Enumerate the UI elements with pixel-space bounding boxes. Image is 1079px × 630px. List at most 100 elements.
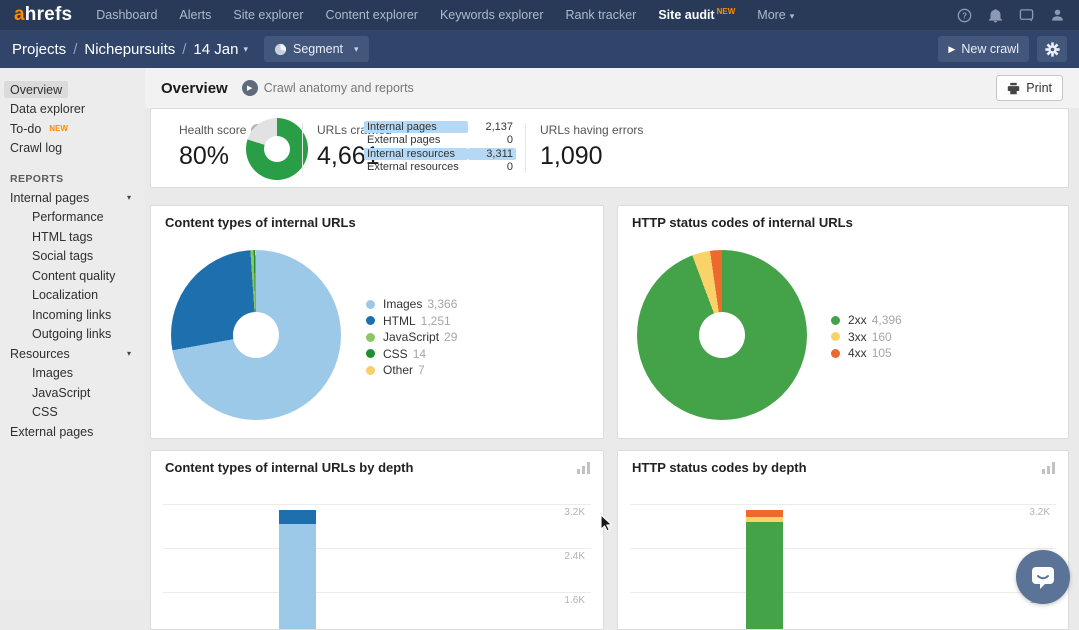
- sidebar-item-to-do[interactable]: To-doNEW: [0, 119, 145, 139]
- urls-errors-label: URLs having errors: [540, 123, 643, 137]
- breakdown-label: Internal pages: [364, 121, 468, 133]
- stacked-bar-depth-1[interactable]: [279, 510, 316, 629]
- chevron-down-icon[interactable]: ▾: [127, 193, 131, 202]
- sidebar-item-performance[interactable]: Performance: [0, 208, 145, 228]
- breakdown-row[interactable]: External pages0: [364, 134, 516, 148]
- legend-value: 14: [413, 347, 426, 361]
- nav-item-label: Dashboard: [96, 8, 157, 22]
- sidebar-item-label: Localization: [26, 287, 104, 304]
- main-nav: Dashboard Alerts Site explorer Content expl…: [96, 7, 956, 22]
- donut-hole: [233, 312, 279, 358]
- nav-item-dashboard[interactable]: Dashboard: [96, 8, 157, 22]
- new-badge: NEW: [717, 7, 736, 16]
- nav-item-more[interactable]: More ▾: [757, 8, 794, 22]
- breadcrumb-item-14-jan[interactable]: 14 Jan: [193, 41, 238, 58]
- legend-dot: [831, 316, 840, 325]
- printer-icon: [1007, 82, 1020, 95]
- legend-item-4xx[interactable]: 4xx105: [831, 345, 902, 362]
- sidebar-item-overview[interactable]: Overview: [0, 80, 145, 100]
- status-codes-by-depth-card: HTTP status codes by depth 3.2K2.4K1.6K: [617, 450, 1069, 630]
- chevron-down-icon: ▾: [790, 11, 795, 21]
- card-title: HTTP status codes by depth: [632, 460, 807, 475]
- legend-item-html[interactable]: HTML1,251: [366, 313, 457, 330]
- sidebar-item-css[interactable]: CSS: [0, 403, 145, 423]
- legend-item-images[interactable]: Images3,366: [366, 296, 457, 313]
- messages-icon[interactable]: [1018, 7, 1034, 23]
- sidebar-item-label: To-do: [4, 120, 47, 137]
- sidebar-item-crawl-log[interactable]: Crawl log: [0, 139, 145, 159]
- sidebar-item-label: Overview: [4, 81, 68, 98]
- new-crawl-label: New crawl: [961, 42, 1019, 56]
- sidebar-item-images[interactable]: Images: [0, 364, 145, 384]
- top-navbar: ahrefs Dashboard Alerts Site explorer Conte…: [0, 0, 1079, 30]
- legend-item-3xx[interactable]: 3xx160: [831, 329, 902, 346]
- segment-label: Segment: [293, 42, 343, 56]
- legend-item-other[interactable]: Other7: [366, 362, 457, 379]
- breakdown-row[interactable]: Internal pages2,137: [364, 120, 516, 134]
- sidebar-item-label: Outgoing links: [26, 326, 117, 343]
- y-axis-label: 2.4K: [564, 551, 585, 562]
- card-title: HTTP status codes of internal URLs: [632, 215, 853, 230]
- legend-item-javascript[interactable]: JavaScript29: [366, 329, 457, 346]
- nav-item-site-explorer[interactable]: Site explorer: [233, 8, 303, 22]
- legend-item-2xx[interactable]: 2xx4,396: [831, 312, 902, 329]
- sidebar-item-data-explorer[interactable]: Data explorer: [0, 100, 145, 120]
- divider: [302, 123, 303, 173]
- legend-value: 1,251: [421, 314, 451, 328]
- chevron-down-icon[interactable]: ▾: [243, 44, 248, 55]
- breakdown-row[interactable]: External resources0: [364, 161, 516, 175]
- segment-button[interactable]: Segment ▾: [264, 36, 369, 62]
- sidebar-item-label: Resources: [4, 345, 76, 362]
- health-donut-hole: [264, 136, 290, 162]
- new-crawl-button[interactable]: ▶ New crawl: [938, 36, 1029, 62]
- sidebar-item-localization[interactable]: Localization: [0, 286, 145, 306]
- breadcrumb-item-projects[interactable]: Projects: [12, 41, 66, 58]
- nav-item-content-explorer[interactable]: Content explorer: [326, 8, 418, 22]
- nav-item-rank-tracker[interactable]: Rank tracker: [565, 8, 636, 22]
- sidebar-item-internal-pages[interactable]: Internal pages▾: [0, 188, 145, 208]
- ahrefs-logo[interactable]: ahrefs: [14, 4, 72, 26]
- divider: [525, 123, 526, 173]
- legend-dot: [831, 332, 840, 341]
- gridline: [163, 548, 591, 549]
- legend-dot: [366, 366, 375, 375]
- nav-item-label: More: [757, 8, 785, 22]
- chat-widget-button[interactable]: [1016, 550, 1070, 604]
- settings-gear-button[interactable]: [1037, 36, 1067, 62]
- sidebar-item-label: HTML tags: [26, 228, 99, 245]
- nav-item-alerts[interactable]: Alerts: [179, 8, 211, 22]
- breadcrumb-separator: /: [73, 41, 77, 58]
- bar-chart-toggle-icon[interactable]: [1042, 461, 1056, 479]
- sidebar-item-label: Performance: [26, 209, 110, 226]
- sidebar-item-resources[interactable]: Resources ▾: [0, 344, 145, 364]
- card-title: Content types of internal URLs: [165, 215, 356, 230]
- breadcrumb-item-nichepursuits[interactable]: Nichepursuits: [84, 41, 175, 58]
- account-icon[interactable]: [1049, 7, 1065, 23]
- help-icon[interactable]: ?: [956, 7, 972, 23]
- stacked-bar-depth-1[interactable]: [746, 510, 783, 629]
- legend-dot: [366, 300, 375, 309]
- sidebar-item-outgoing-links[interactable]: Outgoing links: [0, 325, 145, 345]
- crawl-anatomy-link[interactable]: ▶ Crawl anatomy and reports: [242, 80, 414, 96]
- sidebar-section-header: REPORTS: [0, 170, 145, 188]
- sidebar-item-html-tags[interactable]: HTML tags: [0, 227, 145, 247]
- breakdown-row[interactable]: Internal resources3,311: [364, 147, 516, 161]
- sidebar-item-social-tags[interactable]: Social tags: [0, 247, 145, 267]
- sidebar-item-label: Crawl log: [4, 140, 68, 157]
- y-axis-label: 3.2K: [564, 507, 585, 518]
- sidebar-item-external-pages[interactable]: External pages: [0, 422, 145, 442]
- legend-item-css[interactable]: CSS14: [366, 346, 457, 363]
- nav-item-label: Rank tracker: [565, 8, 636, 22]
- sidebar-item-javascript[interactable]: JavaScript: [0, 383, 145, 403]
- nav-item-site-audit[interactable]: Site auditNEW: [658, 7, 735, 22]
- bar-chart-toggle-icon[interactable]: [577, 461, 591, 479]
- nav-item-keywords-explorer[interactable]: Keywords explorer: [440, 8, 544, 22]
- logo-rest: hrefs: [25, 4, 72, 25]
- chevron-down-icon[interactable]: ▾: [127, 349, 131, 358]
- print-button[interactable]: Print: [996, 75, 1063, 101]
- sidebar-item-label: External pages: [4, 423, 99, 440]
- sidebar-item-content-quality[interactable]: Content quality: [0, 266, 145, 286]
- play-icon: ▶: [948, 44, 955, 55]
- notifications-bell-icon[interactable]: [987, 7, 1003, 23]
- sidebar-item-incoming-links[interactable]: Incoming links: [0, 305, 145, 325]
